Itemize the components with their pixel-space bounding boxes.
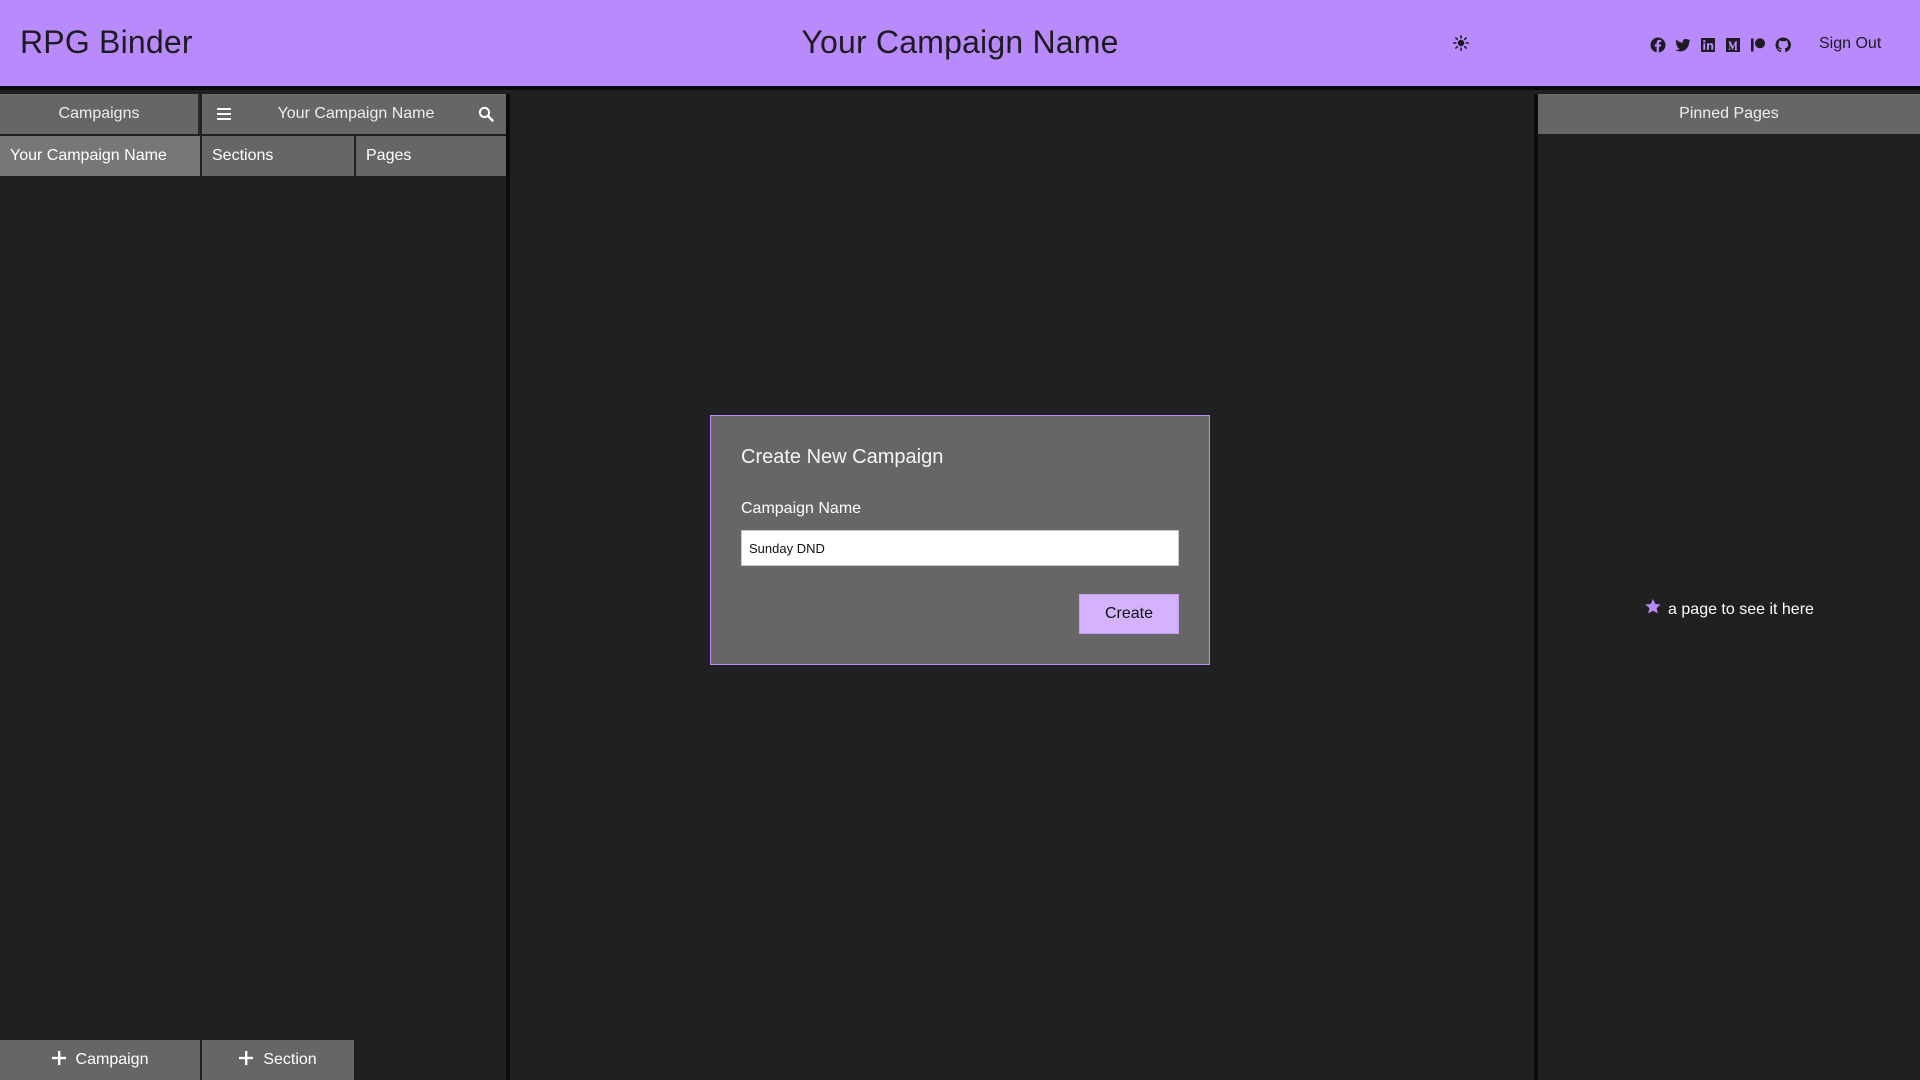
campaign-name-input[interactable] [741,530,1179,566]
search-icon[interactable] [466,94,506,134]
add-section-label: Section [263,1051,317,1068]
plus-icon [51,1050,66,1070]
navigation-panel: Campaigns Your Campaign Name Your Campai… [0,94,510,1080]
main-content: Create New Campaign Campaign Name Create [514,94,1534,1080]
add-section-button[interactable]: Section [202,1040,354,1080]
column-header-sections[interactable]: Sections [202,136,354,176]
twitter-icon[interactable] [1675,37,1691,53]
column-header-pages[interactable]: Pages [356,136,506,176]
create-button[interactable]: Create [1079,594,1179,634]
sun-icon [1453,34,1469,56]
linkedin-icon[interactable] [1700,37,1716,53]
theme-toggle-button[interactable] [1450,34,1472,56]
medium-icon[interactable] [1725,37,1741,53]
social-links [1650,35,1791,55]
campaign-title-text: Your Campaign Name [801,24,1119,60]
add-campaign-label: Campaign [75,1051,149,1068]
sign-out-button[interactable]: Sign Out [1819,35,1881,53]
star-icon [1644,598,1662,621]
pinned-pages-panel: Pinned Pages a page to see it here [1534,94,1920,1080]
facebook-icon[interactable] [1650,37,1666,53]
pinned-empty-message: a page to see it here [1538,598,1920,621]
menu-icon[interactable] [202,94,246,134]
add-campaign-button[interactable]: Campaign [0,1040,200,1080]
pinned-pages-header: Pinned Pages [1538,94,1920,134]
column-header-campaign[interactable]: Your Campaign Name [0,136,200,176]
plus-icon [239,1050,254,1070]
page-title: Your Campaign Name [0,24,1920,61]
dialog-title: Create New Campaign [741,446,944,468]
breadcrumb-campaign-name[interactable]: Your Campaign Name [246,105,466,123]
campaigns-tab[interactable]: Campaigns [0,94,200,134]
breadcrumb: Your Campaign Name [202,94,506,134]
pinned-empty-text: a page to see it here [1668,600,1814,618]
campaign-name-label: Campaign Name [741,500,862,517]
app-title[interactable]: RPG Binder [20,24,193,61]
patreon-icon[interactable] [1750,37,1766,53]
github-icon[interactable] [1775,37,1791,53]
create-campaign-dialog: Create New Campaign Campaign Name Create [710,415,1210,665]
top-header: RPG Binder Your Campaign Name Sign Out [0,0,1920,90]
